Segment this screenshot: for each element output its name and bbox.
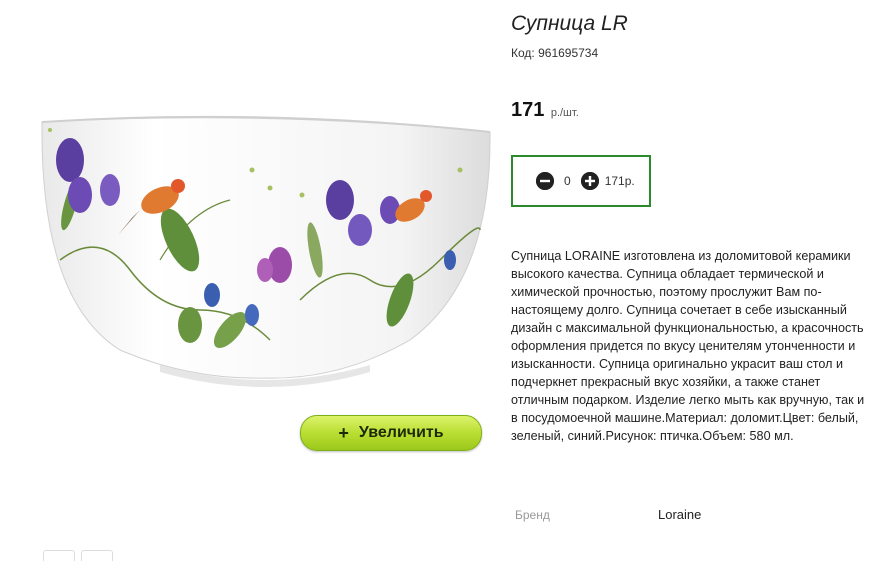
product-title: Супница LR: [511, 12, 628, 35]
minus-circle-icon[interactable]: [536, 172, 554, 190]
quantity-value[interactable]: 0: [564, 174, 571, 188]
cart-quantity-box: 0 171р.: [511, 155, 651, 207]
product-sku: Код: 961695734: [511, 46, 598, 60]
product-description: Супница LORAINE изготовлена из доломитов…: [511, 249, 865, 443]
product-price: 171 р./шт.: [511, 99, 579, 122]
brand-label: Бренд: [515, 508, 550, 522]
zoom-label: Увеличить: [358, 424, 444, 441]
brand-value: Loraine: [658, 507, 702, 522]
plus-circle-icon[interactable]: [580, 172, 599, 190]
price-value: 171: [511, 99, 545, 121]
price-unit: р./шт.: [550, 107, 579, 119]
plus-icon: +: [338, 422, 349, 443]
product-image-area[interactable]: + Увеличить: [40, 110, 492, 470]
product-image[interactable]: [40, 110, 492, 410]
sku-label: Код:: [511, 46, 535, 60]
cart-total: 171р.: [604, 174, 635, 188]
zoom-button[interactable]: + Увеличить: [300, 415, 482, 451]
sku-value: 961695734: [538, 46, 599, 60]
